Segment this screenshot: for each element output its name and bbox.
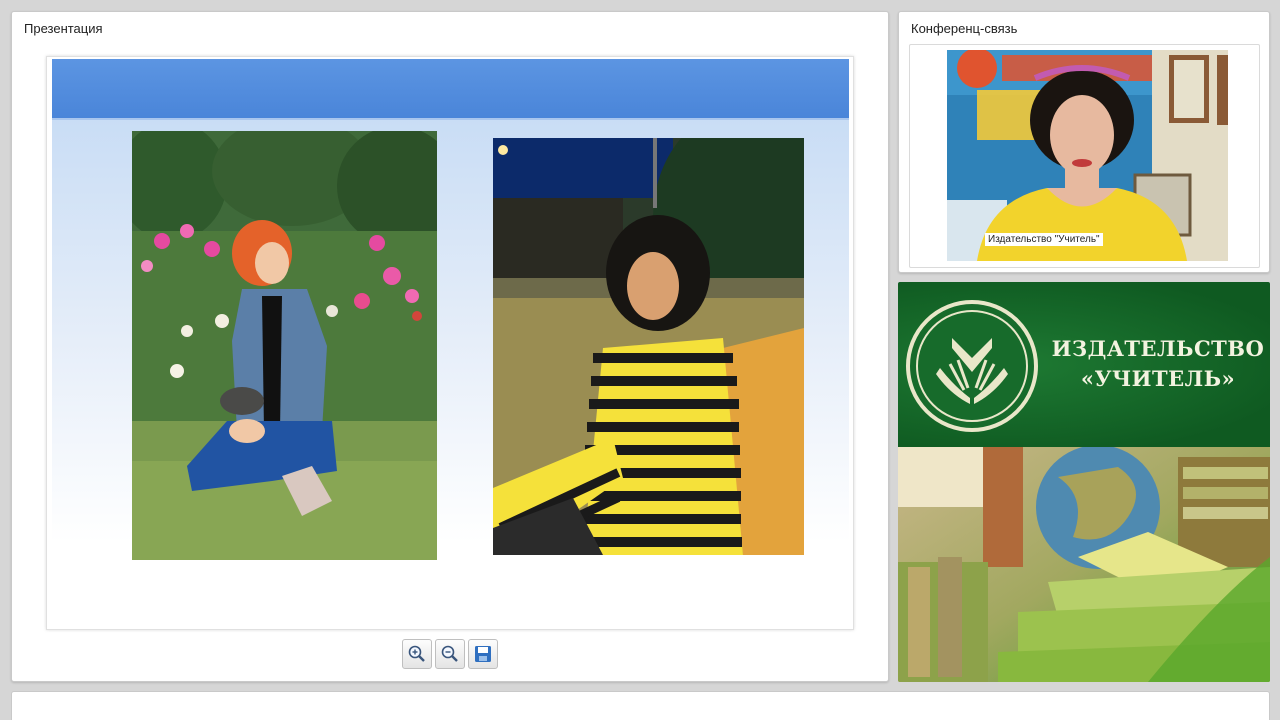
video-caption: Издательство "Учитель" xyxy=(985,233,1103,246)
presentation-toolbar xyxy=(402,639,498,669)
publisher-logo xyxy=(906,300,1038,432)
video-feed[interactable] xyxy=(947,50,1228,261)
branding-books-image xyxy=(898,447,1270,682)
publisher-name-line1: ИЗДАТЕЛЬСТВО xyxy=(1051,336,1265,361)
save-icon xyxy=(475,646,491,662)
zoom-in-button[interactable] xyxy=(402,639,432,669)
conference-panel: Конференц-связь Издательство "Учитель" xyxy=(898,11,1270,273)
presentation-slide xyxy=(46,56,854,630)
save-button[interactable] xyxy=(468,639,498,669)
zoom-out-icon xyxy=(441,645,458,662)
slide-header-bar xyxy=(52,59,849,120)
branding-header: ИЗДАТЕЛЬСТВО «УЧИТЕЛЬ» xyxy=(898,282,1270,447)
zoom-out-button[interactable] xyxy=(435,639,465,669)
branding-panel: ИЗДАТЕЛЬСТВО «УЧИТЕЛЬ» xyxy=(898,282,1270,682)
slide-photo-right xyxy=(493,138,804,555)
presentation-title: Презентация xyxy=(24,21,103,36)
publisher-name: ИЗДАТЕЛЬСТВО «УЧИТЕЛЬ» xyxy=(1048,334,1268,394)
bottom-panel xyxy=(11,691,1270,720)
conference-title: Конференц-связь xyxy=(911,21,1018,36)
video-frame: Издательство "Учитель" xyxy=(909,44,1260,268)
zoom-in-icon xyxy=(408,645,425,662)
slide-photo-left xyxy=(132,131,437,560)
slide-body xyxy=(52,120,849,565)
presentation-panel: Презентация xyxy=(11,11,889,682)
publisher-name-line2: «УЧИТЕЛЬ» xyxy=(1080,366,1236,391)
